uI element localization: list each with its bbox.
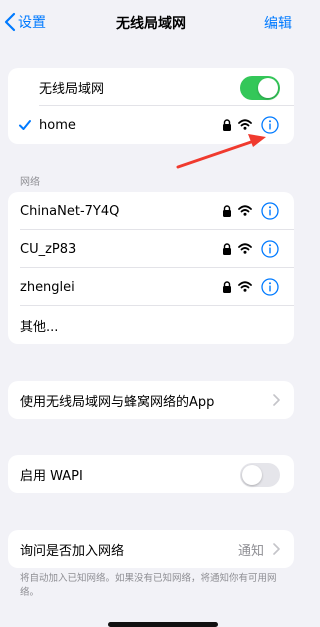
ask-join-card: 询问是否加入网络 通知: [8, 530, 294, 568]
lock-icon: [223, 205, 231, 217]
wapi-row: 启用 WAPI: [8, 455, 294, 493]
info-icon[interactable]: [261, 240, 279, 258]
wlan-toggle-row: 无线局域网: [8, 68, 294, 106]
ask-join-value: 通知: [237, 543, 264, 559]
network-name: ChinaNet-7Y4Q: [20, 203, 120, 219]
networks-card: ChinaNet-7Y4Q CU_zP83 zhenglei 其他...: [8, 192, 294, 344]
apps-row-label: 使用无线局域网与蜂窝网络的App: [20, 394, 215, 410]
network-name: CU_zP83: [20, 241, 77, 257]
edit-button[interactable]: 编辑: [264, 13, 292, 33]
wlan-toggle-label: 无线局域网: [39, 81, 105, 97]
home-indicator: [108, 622, 218, 627]
connected-network-name: home: [39, 117, 76, 133]
networks-section-header: 网络: [20, 177, 40, 188]
apps-card: 使用无线局域网与蜂窝网络的App: [8, 381, 294, 419]
info-icon[interactable]: [261, 278, 279, 296]
connected-network-row[interactable]: home: [8, 106, 294, 144]
network-name: zhenglei: [20, 279, 75, 295]
apps-row[interactable]: 使用无线局域网与蜂窝网络的App: [8, 381, 294, 419]
ask-join-row[interactable]: 询问是否加入网络 通知: [8, 530, 294, 568]
other-network-row[interactable]: 其他...: [8, 306, 294, 344]
wifi-icon: [238, 243, 252, 254]
wifi-icon: [238, 205, 252, 216]
lock-icon: [223, 281, 231, 293]
other-network-label: 其他...: [20, 319, 59, 335]
chevron-right-icon: [273, 394, 280, 406]
info-icon[interactable]: [261, 116, 279, 134]
info-icon[interactable]: [261, 202, 279, 220]
ask-join-footer: 将自动加入已知网络。如果没有已知网络，将通知你有可用网络。: [20, 573, 277, 598]
toggle-knob: [242, 465, 262, 485]
wifi-icon: [238, 119, 252, 130]
chevron-right-icon: [273, 543, 280, 555]
wlan-toggle[interactable]: [240, 76, 280, 100]
wlan-card: 无线局域网 home: [8, 68, 294, 144]
wifi-icon: [238, 281, 252, 292]
network-row[interactable]: CU_zP83: [8, 230, 294, 268]
lock-icon: [223, 119, 231, 131]
wapi-label: 启用 WAPI: [20, 468, 83, 484]
lock-icon: [223, 243, 231, 255]
page-title: 无线局域网: [116, 16, 186, 32]
toggle-knob: [258, 78, 278, 98]
network-row[interactable]: zhenglei: [8, 268, 294, 306]
ask-join-label: 询问是否加入网络: [20, 543, 125, 559]
wapi-card: 启用 WAPI: [8, 455, 294, 493]
checkmark-icon: [19, 120, 31, 130]
wapi-toggle[interactable]: [240, 463, 280, 487]
navigation-bar: 设置 无线局域网 编辑: [0, 0, 302, 44]
network-row[interactable]: ChinaNet-7Y4Q: [8, 192, 294, 230]
